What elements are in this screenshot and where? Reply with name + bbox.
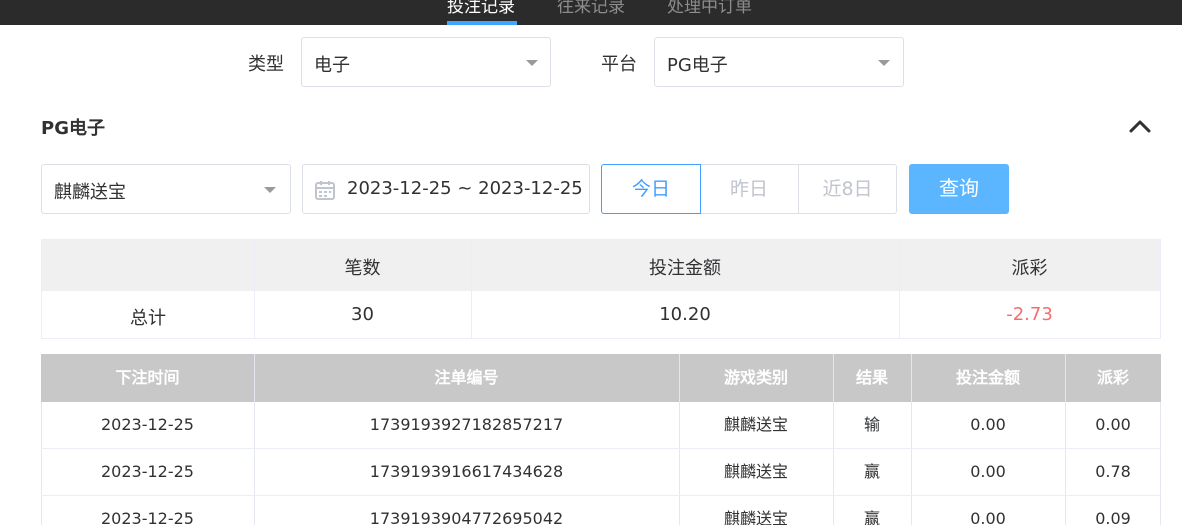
header-payout: 派彩: [1096, 368, 1129, 387]
chevron-up-icon[interactable]: [1129, 118, 1151, 134]
header-game-type: 游戏类别: [723, 368, 788, 387]
cell-payout: 0.78: [1095, 462, 1131, 481]
cell-bet-time: 2023-12-25: [101, 509, 194, 525]
tab-bet-records[interactable]: 投注记录: [447, 0, 515, 17]
date-range-value: 2023-12-25 ~ 2023-12-25: [347, 178, 583, 199]
type-label: 类型: [248, 54, 284, 75]
cell-result: 赢: [863, 462, 880, 481]
summary-total-label: 总计: [130, 308, 166, 329]
range-yesterday-button[interactable]: 昨日: [700, 164, 799, 214]
summary-table: 笔数 投注金额 派彩 总计 30 10.20 -2.73: [41, 239, 1161, 339]
summary-header-bet-amount: 投注金额: [649, 258, 721, 279]
top-tab-bar: 投注记录 往来记录 处理中订单: [0, 0, 1182, 25]
platform-select[interactable]: PG电子: [654, 37, 904, 87]
section-title: PG电子: [41, 118, 105, 139]
cell-result: 赢: [863, 509, 880, 525]
records-header-row: 下注时间 注单编号 游戏类别 结果 投注金额 派彩: [41, 354, 1161, 402]
date-range-picker[interactable]: 2023-12-25 ~ 2023-12-25: [302, 164, 590, 214]
table-row: 2023-12-25 1739193927182857217 麒麟送宝 输 0.…: [41, 402, 1161, 449]
type-select-value: 电子: [314, 55, 350, 76]
header-result: 结果: [855, 368, 888, 387]
header-bet-time: 下注时间: [115, 368, 180, 387]
cell-payout: 0.09: [1095, 509, 1131, 525]
query-button[interactable]: 查询: [909, 164, 1009, 214]
platform-label: 平台: [601, 54, 637, 75]
cell-payout: 0.00: [1095, 415, 1131, 434]
table-row: 2023-12-25 1739193904772695042 麒麟送宝 赢 0.…: [41, 496, 1161, 525]
summary-header-payout: 派彩: [1011, 258, 1048, 279]
cell-order-number: 1739193916617434628: [369, 462, 564, 481]
range-today-button[interactable]: 今日: [601, 164, 701, 214]
active-tab-indicator: [447, 21, 517, 25]
game-select-value: 麒麟送宝: [54, 182, 126, 203]
header-order-number: 注单编号: [434, 368, 499, 387]
type-select[interactable]: 电子: [301, 37, 551, 87]
cell-order-number: 1739193904772695042: [369, 509, 564, 525]
summary-total-count: 30: [351, 304, 374, 325]
cell-bet-time: 2023-12-25: [101, 415, 194, 434]
header-bet-amount: 投注金额: [955, 368, 1020, 387]
summary-header-count: 笔数: [344, 258, 381, 279]
cell-game-type: 麒麟送宝: [723, 462, 788, 481]
cell-bet-amount: 0.00: [970, 509, 1006, 525]
cell-result: 输: [863, 415, 880, 434]
cell-game-type: 麒麟送宝: [723, 415, 788, 434]
cell-game-type: 麒麟送宝: [723, 509, 788, 525]
platform-select-value: PG电子: [667, 55, 728, 76]
caret-down-icon: [878, 60, 890, 66]
cell-bet-amount: 0.00: [970, 415, 1006, 434]
tab-transactions[interactable]: 往来记录: [557, 0, 625, 17]
game-select[interactable]: 麒麟送宝: [41, 164, 291, 214]
summary-total-bet-amount: 10.20: [659, 304, 711, 325]
cell-bet-amount: 0.00: [970, 462, 1006, 481]
range-last-8-days-button[interactable]: 近8日: [798, 164, 897, 214]
cell-order-number: 1739193927182857217: [369, 415, 564, 434]
cell-bet-time: 2023-12-25: [101, 462, 194, 481]
caret-down-icon: [264, 187, 276, 193]
caret-down-icon: [526, 60, 538, 66]
calendar-icon: [315, 181, 335, 200]
records-table: 下注时间 注单编号 游戏类别 结果 投注金额 派彩 2023-12-25 173…: [41, 354, 1161, 525]
table-row: 2023-12-25 1739193916617434628 麒麟送宝 赢 0.…: [41, 449, 1161, 496]
summary-total-payout: -2.73: [1006, 304, 1053, 325]
tab-pending-orders[interactable]: 处理中订单: [667, 0, 752, 17]
